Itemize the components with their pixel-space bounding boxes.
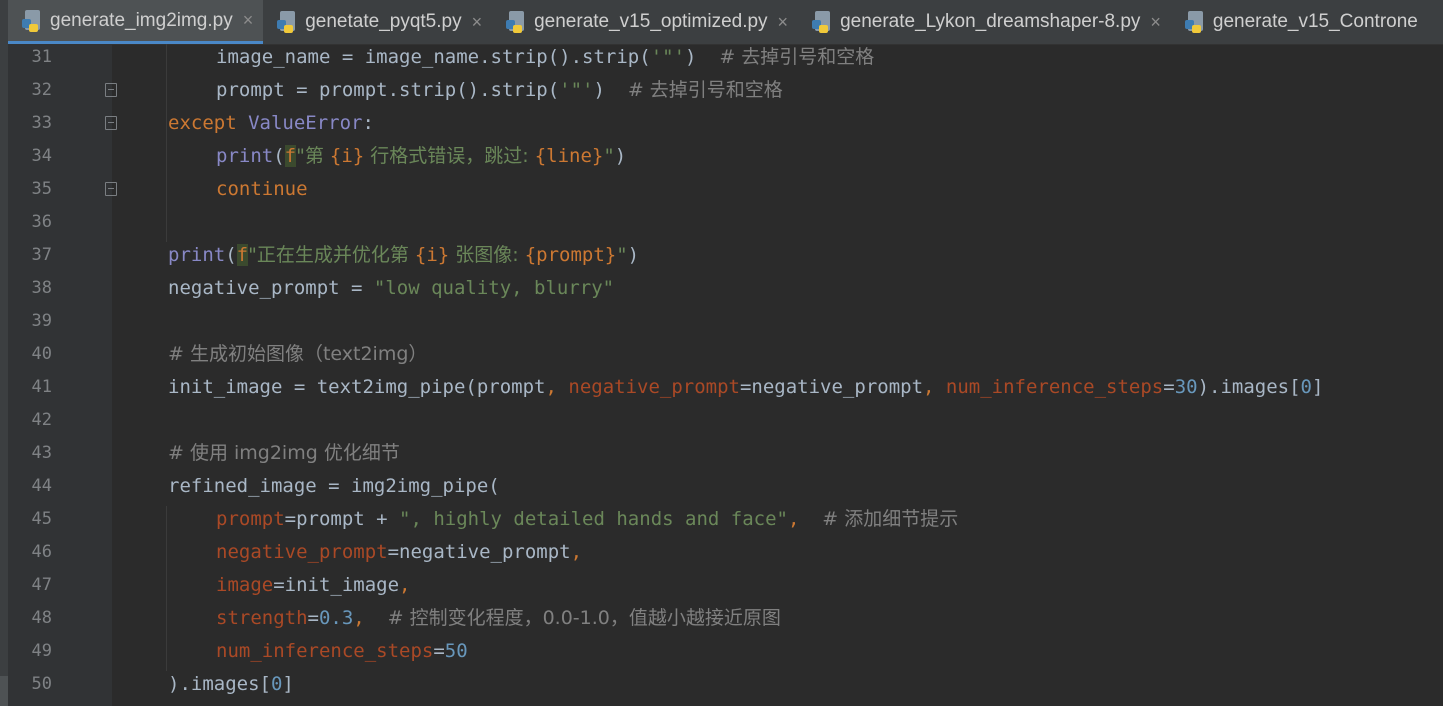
tab-label: generate_v15_optimized.py — [534, 11, 768, 32]
code-line: 34 print(f"第 {i} 行格式错误，跳过: {line}") — [8, 140, 1443, 173]
line-number: 50 — [31, 674, 52, 694]
line-number: 32 — [31, 80, 52, 100]
tab-generate-img2img[interactable]: generate_img2img.py × — [8, 0, 264, 44]
code-line: 47 image=init_image, — [8, 569, 1443, 602]
line-number: 43 — [31, 443, 52, 463]
tab-generate-v15-controlnet[interactable]: generate_v15_Controne — [1171, 0, 1428, 44]
line-number: 41 — [31, 377, 52, 397]
code-text[interactable]: print(f"正在生成并优化第 {i} 张图像: {prompt}") — [168, 239, 639, 272]
code-line: 32 prompt = prompt.strip().strip('"') # … — [8, 74, 1443, 107]
line-number: 34 — [31, 146, 52, 166]
code-text[interactable]: print(f"第 {i} 行格式错误，跳过: {line}") — [216, 140, 626, 173]
code-line: 37 print(f"正在生成并优化第 {i} 张图像: {prompt}") — [8, 239, 1443, 272]
code-text[interactable]: prompt = prompt.strip().strip('"') # 去掉引… — [216, 74, 783, 107]
tab-label: genetate_pyqt5.py — [305, 11, 462, 32]
fold-marker-icon[interactable] — [105, 182, 117, 196]
code-text[interactable]: refined_image = img2img_pipe( — [168, 470, 500, 503]
code-line: 46 negative_prompt=negative_prompt, — [8, 536, 1443, 569]
code-text[interactable]: ).images[0] — [168, 668, 294, 701]
fold-marker-icon[interactable] — [105, 83, 117, 97]
code-text[interactable]: image=init_image, — [216, 569, 411, 602]
code-line: 36 — [8, 206, 1443, 239]
code-text[interactable]: negative_prompt = "low quality, blurry" — [168, 272, 614, 305]
editor-tab-bar: generate_img2img.py × genetate_pyqt5.py … — [8, 0, 1443, 45]
code-line: 50 ).images[0] — [8, 668, 1443, 701]
code-line: 38 negative_prompt = "low quality, blurr… — [8, 272, 1443, 305]
code-line: 40 # 生成初始图像（text2img） — [8, 338, 1443, 371]
code-comment[interactable]: # 生成初始图像（text2img） — [168, 338, 427, 371]
line-number: 39 — [31, 311, 52, 331]
code-text[interactable]: continue — [216, 173, 308, 206]
close-icon[interactable]: × — [778, 12, 789, 33]
code-text[interactable]: strength=0.3, # 控制变化程度，0.0-1.0，值越小越接近原图 — [216, 602, 781, 635]
python-file-icon — [277, 11, 299, 33]
line-number: 36 — [31, 212, 52, 232]
tab-generate-v15-optimized[interactable]: generate_v15_optimized.py × — [492, 0, 798, 44]
code-text[interactable]: negative_prompt=negative_prompt, — [216, 536, 582, 569]
code-text[interactable]: except ValueError: — [168, 107, 374, 140]
code-line: 39 — [8, 305, 1443, 338]
tab-label: generate_img2img.py — [50, 9, 233, 31]
line-number: 48 — [31, 608, 52, 628]
line-number: 37 — [31, 245, 52, 265]
code-text[interactable]: num_inference_steps=50 — [216, 635, 468, 668]
close-icon[interactable]: × — [1150, 12, 1161, 33]
code-text[interactable]: image_name = image_name.strip().strip('"… — [216, 41, 874, 74]
line-number: 42 — [31, 410, 52, 430]
line-number: 31 — [31, 47, 52, 67]
code-line: 45 prompt=prompt + ", highly detailed ha… — [8, 503, 1443, 536]
tab-label: generate_v15_Controne — [1212, 11, 1418, 32]
line-number: 40 — [31, 344, 52, 364]
python-file-icon — [22, 9, 44, 32]
line-number: 45 — [31, 509, 52, 529]
code-line: 31 image_name = image_name.strip().strip… — [8, 41, 1443, 74]
left-tool-strip — [0, 0, 8, 706]
tool-strip-marker — [0, 676, 8, 706]
line-number: 33 — [31, 113, 52, 133]
code-line: 43 # 使用 img2img 优化细节 — [8, 437, 1443, 470]
code-line: 42 — [8, 404, 1443, 437]
close-icon[interactable]: × — [472, 12, 483, 33]
line-number: 44 — [31, 476, 52, 496]
code-line: 48 strength=0.3, # 控制变化程度，0.0-1.0，值越小越接近… — [8, 602, 1443, 635]
line-number: 49 — [31, 641, 52, 661]
python-file-icon — [506, 11, 528, 33]
code-line: 35 continue — [8, 173, 1443, 206]
line-number: 35 — [31, 179, 52, 199]
python-file-icon — [812, 11, 834, 33]
code-text[interactable]: init_image = text2img_pipe(prompt, negat… — [168, 371, 1323, 404]
fold-marker-icon[interactable] — [105, 116, 117, 130]
python-file-icon — [1184, 11, 1207, 33]
close-icon[interactable]: × — [243, 10, 254, 31]
line-number: 47 — [31, 575, 52, 595]
code-line: 49 num_inference_steps=50 — [8, 635, 1443, 668]
code-comment[interactable]: # 使用 img2img 优化细节 — [168, 437, 400, 470]
code-line: 33 except ValueError: — [8, 107, 1443, 140]
code-line: 41 init_image = text2img_pipe(prompt, ne… — [8, 371, 1443, 404]
tab-genetate-pyqt5[interactable]: genetate_pyqt5.py × — [263, 0, 492, 44]
line-number: 46 — [31, 542, 52, 562]
code-editor[interactable]: 31 image_name = image_name.strip().strip… — [8, 44, 1443, 706]
tab-label: generate_Lykon_dreamshaper-8.py — [840, 11, 1141, 32]
code-text[interactable]: prompt=prompt + ", highly detailed hands… — [216, 503, 958, 536]
line-number: 38 — [31, 278, 52, 298]
code-line: 44 refined_image = img2img_pipe( — [8, 470, 1443, 503]
tab-generate-lykon-dreamshaper[interactable]: generate_Lykon_dreamshaper-8.py × — [798, 0, 1171, 44]
